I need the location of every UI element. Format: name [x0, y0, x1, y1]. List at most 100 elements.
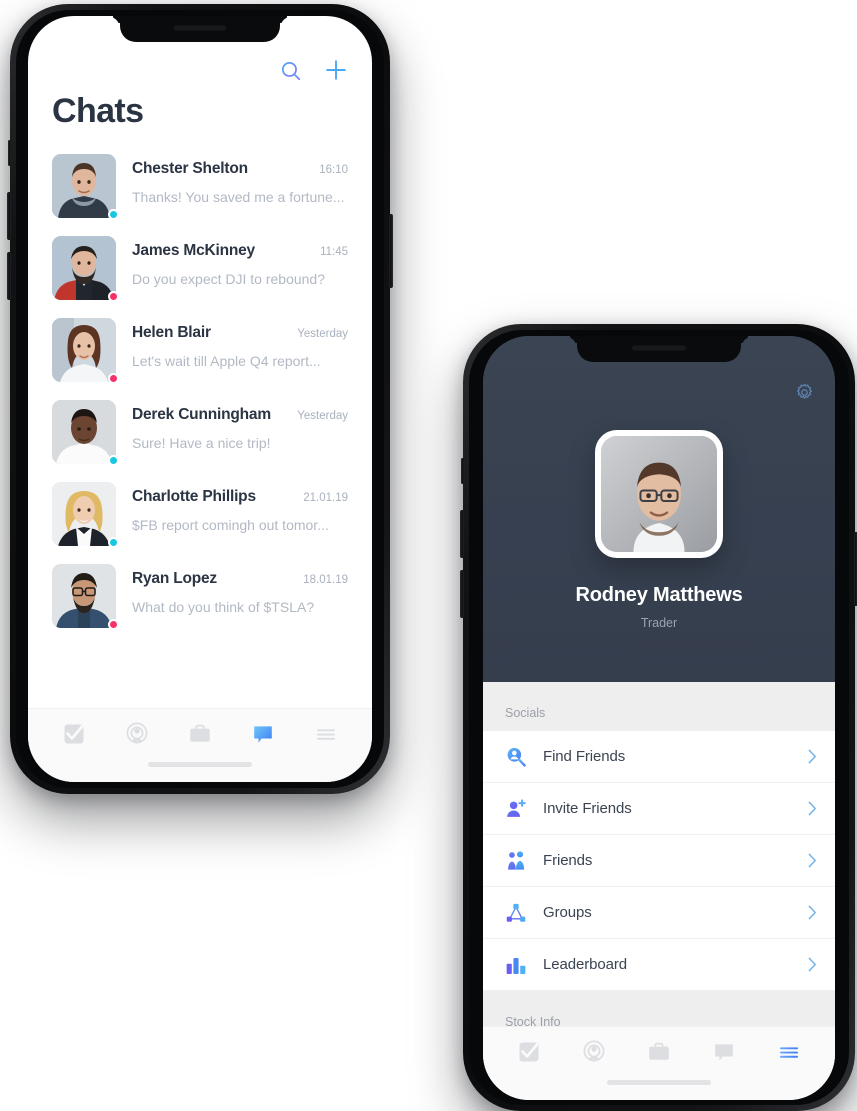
home-indicator [148, 762, 252, 767]
tab-chat[interactable] [250, 721, 276, 747]
chevron-right-icon [808, 957, 817, 972]
volume-down-button[interactable] [460, 570, 464, 618]
chevron-right-icon [808, 749, 817, 764]
plus-icon[interactable] [324, 58, 348, 82]
avatar-rodney [601, 436, 717, 552]
avatar-wrap [52, 318, 119, 384]
tab-more[interactable] [313, 721, 339, 747]
chat-list-item[interactable]: James McKinney 11:45 Do you expect DJI to … [28, 227, 372, 309]
volume-up-button[interactable] [7, 192, 11, 240]
avatar-charlotte [52, 482, 116, 546]
menu-item-label: Invite Friends [543, 800, 632, 817]
chat-list-item[interactable]: Derek Cunningham Yesterday Sure! Have a ni… [28, 391, 372, 473]
leaderboard-icon [506, 957, 526, 974]
chat-body: Derek Cunningham Yesterday Sure! Have a ni… [132, 400, 348, 451]
chat-preview: Thanks! You saved me a fortune... [132, 189, 345, 205]
page-title: Chats [52, 92, 144, 130]
tab-portfolio[interactable] [646, 1039, 672, 1065]
menu-item-label: Leaderboard [543, 956, 627, 973]
menu-item[interactable]: Find Friends [483, 731, 835, 783]
chat-list-item[interactable]: Helen Blair Yesterday Let's wait till Appl… [28, 309, 372, 391]
invite-friends-icon [505, 798, 531, 820]
avatar-derek [52, 400, 116, 464]
status-badge [108, 455, 119, 466]
chat-list-item[interactable]: Charlotte Phillips 21.01.19 $FB report com… [28, 473, 372, 555]
silent-switch-button[interactable] [8, 140, 11, 166]
gear-icon[interactable] [794, 382, 815, 403]
earpiece-speaker [174, 25, 226, 31]
profile-role: Trader [640, 616, 678, 630]
chat-body: James McKinney 11:45 Do you expect DJI to … [132, 236, 348, 287]
chat-timestamp: 18.01.19 [303, 574, 348, 586]
friends-icon [508, 850, 525, 870]
chat-timestamp: Yesterday [297, 410, 348, 422]
chat-list-item[interactable]: Ryan Lopez 18.01.19 What do you think of $… [28, 555, 372, 637]
avatar-ryan [52, 564, 116, 628]
leaderboard-icon [505, 954, 531, 976]
phone-left-chats: Chats Chester Shelton 16:10 Thanks! You sa… [7, 4, 393, 794]
chat-preview: What do you think of $TSLA? [132, 599, 315, 615]
avatar-wrap [52, 154, 119, 220]
chat-contact-name: James McKinney [132, 242, 255, 259]
avatar-wrap [52, 236, 119, 302]
menu-item[interactable]: Invite Friends [483, 783, 835, 835]
chat-timestamp: 16:10 [319, 164, 348, 176]
chat-preview: Let's wait till Apple Q4 report... [132, 353, 321, 369]
chat-timestamp: Yesterday [297, 328, 348, 340]
tab-tasks[interactable] [516, 1039, 542, 1065]
menu-item-label: Find Friends [543, 748, 626, 765]
menu-item[interactable]: Groups [483, 887, 835, 939]
avatar-helen [52, 318, 116, 382]
chat-preview: Sure! Have a nice trip! [132, 435, 271, 451]
chat-contact-name: Derek Cunningham [132, 406, 271, 423]
chat-list: Chester Shelton 16:10 Thanks! You saved me… [28, 131, 372, 637]
right-tabbar [483, 1026, 835, 1100]
status-badge [108, 373, 119, 384]
menu-item-label: Groups [543, 904, 592, 921]
tab-radar[interactable] [124, 721, 150, 747]
chevron-right-icon [808, 905, 817, 920]
earpiece-speaker [632, 345, 686, 351]
volume-up-button[interactable] [460, 510, 464, 558]
avatar [595, 430, 723, 558]
status-badge [108, 291, 119, 302]
groups-icon [505, 902, 531, 924]
phone-right-profile: Rodney Matthews Trader Socials Find Frie… [460, 324, 857, 1111]
chat-timestamp: 21.01.19 [303, 492, 348, 504]
tab-radar[interactable] [581, 1039, 607, 1065]
silent-switch-button[interactable] [461, 458, 464, 484]
chat-contact-name: Chester Shelton [132, 160, 248, 177]
chat-contact-name: Charlotte Phillips [132, 488, 256, 505]
chat-body: Helen Blair Yesterday Let's wait till Appl… [132, 318, 348, 369]
invite-friends-icon [507, 798, 526, 817]
status-badge [108, 537, 119, 548]
avatar-wrap [52, 564, 119, 630]
menu-item[interactable]: Friends [483, 835, 835, 887]
chevron-right-icon [808, 801, 817, 816]
phone-notch [577, 336, 741, 362]
left-screen: Chats Chester Shelton 16:10 Thanks! You sa… [28, 16, 372, 782]
avatar-chester [52, 154, 116, 218]
phone-notch [120, 16, 280, 42]
menu-item-label: Friends [543, 852, 593, 869]
avatar-james [52, 236, 116, 300]
volume-down-button[interactable] [7, 252, 11, 300]
find-friends-icon [505, 746, 531, 768]
chat-contact-name: Helen Blair [132, 324, 211, 341]
menu-item[interactable]: Leaderboard [483, 939, 835, 991]
chat-body: Chester Shelton 16:10 Thanks! You saved me… [132, 154, 348, 205]
groups-icon [506, 903, 526, 922]
tab-tasks[interactable] [61, 721, 87, 747]
tab-more[interactable] [776, 1039, 802, 1065]
chat-list-item[interactable]: Chester Shelton 16:10 Thanks! You saved me… [28, 145, 372, 227]
status-badge [108, 619, 119, 630]
chat-timestamp: 11:45 [320, 246, 348, 258]
tab-portfolio[interactable] [187, 721, 213, 747]
chat-preview: $FB report comingh out tomor... [132, 517, 329, 533]
search-icon[interactable] [280, 60, 302, 82]
power-button[interactable] [389, 214, 393, 288]
left-tabbar [28, 708, 372, 782]
chat-body: Ryan Lopez 18.01.19 What do you think of $… [132, 564, 348, 615]
tab-chat[interactable] [711, 1039, 737, 1065]
mockup-stage: Chats Chester Shelton 16:10 Thanks! You sa… [0, 0, 857, 1111]
